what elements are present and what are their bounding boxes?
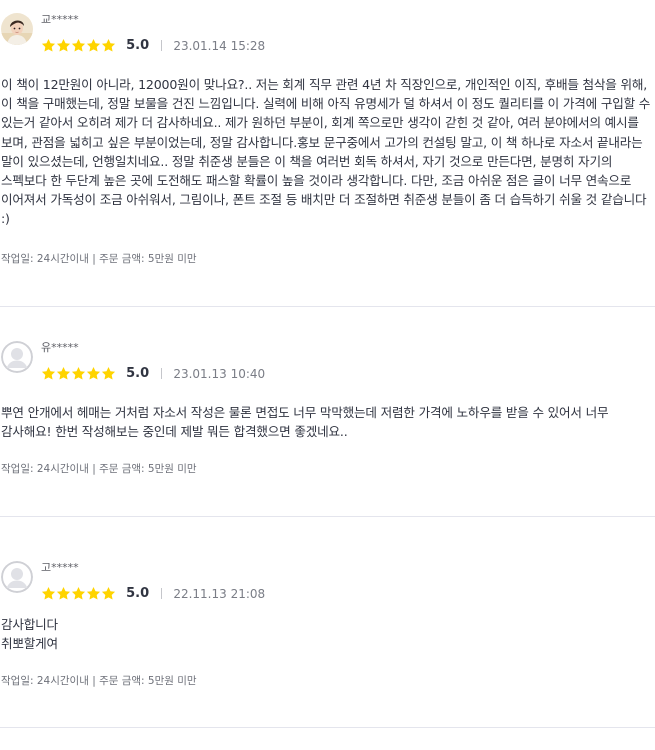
review-item: 유***** 5.0 23.01.13 10:40 뿌연 안개에서 헤매는 거처… — [0, 330, 655, 540]
review-meta: 작업일: 24시간이내 | 주문 금액: 5만원 미만 — [1, 463, 197, 475]
review-divider — [0, 727, 655, 728]
star-icon — [71, 586, 86, 600]
star-icon — [56, 366, 71, 380]
avatar — [1, 13, 33, 45]
rating-line: 5.0 23.01.13 10:40 — [41, 363, 265, 381]
star-icon — [71, 366, 86, 380]
review-item: 고***** 5.0 22.11.13 21:08 감사합니다 취뽀할게여 작업… — [0, 540, 655, 750]
rating-score: 5.0 — [126, 38, 150, 53]
review-date: 22.11.13 21:08 — [173, 586, 266, 601]
reviewer-header: 교***** 5.0 23.01.14 15:28 — [0, 12, 655, 53]
rating-line: 5.0 22.11.13 21:08 — [41, 583, 265, 601]
avatar — [1, 561, 33, 593]
reviewer-name: 교***** — [41, 13, 79, 26]
divider — [161, 40, 163, 51]
review-content: 이 책이 12만원이 아니라, 12000원이 맞나요?.. 저는 회계 직무 … — [1, 77, 651, 227]
star-icon — [101, 366, 116, 380]
reviewer-name: 고***** — [41, 561, 79, 574]
star-icon — [56, 38, 71, 52]
star-icon — [101, 38, 116, 52]
star-rating — [41, 586, 116, 601]
reviewer-header: 고***** 5.0 22.11.13 21:08 — [0, 560, 655, 601]
rating-line: 5.0 23.01.14 15:28 — [41, 35, 265, 53]
review-divider — [0, 306, 655, 307]
review-date: 23.01.14 15:28 — [173, 38, 266, 53]
reviewer-header: 유***** 5.0 23.01.13 10:40 — [0, 340, 655, 381]
star-icon — [41, 38, 56, 52]
review-item: 교***** 5.0 23.01.14 15:28 이 책이 12만원이 아니라… — [0, 0, 655, 265]
rating-score: 5.0 — [126, 366, 150, 381]
review-date: 23.01.13 10:40 — [173, 366, 266, 381]
divider — [161, 588, 163, 599]
star-icon — [41, 366, 56, 380]
review-content: 감사합니다 취뽀할게여 — [1, 617, 58, 652]
avatar — [1, 341, 33, 373]
star-rating — [41, 38, 116, 53]
star-icon — [101, 586, 116, 600]
review-meta: 작업일: 24시간이내 | 주문 금액: 5만원 미만 — [1, 253, 197, 265]
reviewer-name: 유***** — [41, 341, 79, 354]
star-icon — [71, 38, 86, 52]
star-icon — [86, 38, 101, 52]
review-content: 뿌연 안개에서 헤매는 거처럼 자소서 작성은 물론 면접도 너무 막막했는데 … — [1, 405, 609, 440]
star-icon — [56, 586, 71, 600]
review-meta: 작업일: 24시간이내 | 주문 금액: 5만원 미만 — [1, 675, 197, 687]
star-icon — [86, 586, 101, 600]
rating-score: 5.0 — [126, 586, 150, 601]
divider — [161, 368, 163, 379]
star-rating — [41, 366, 116, 381]
review-divider — [0, 516, 655, 517]
star-icon — [41, 586, 56, 600]
star-icon — [86, 366, 101, 380]
